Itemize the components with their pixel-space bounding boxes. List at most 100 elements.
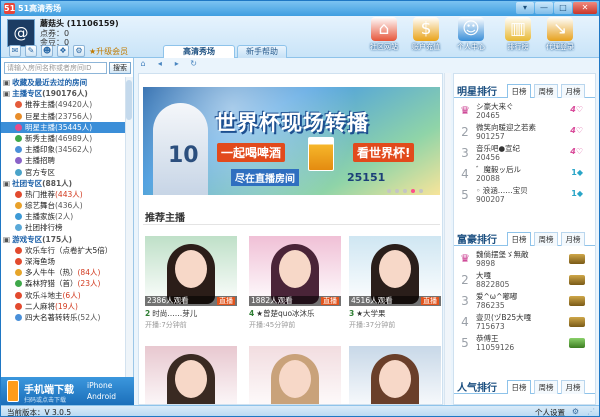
- streamer-card[interactable]: 1882人观看 直播 4 ★曾楚quo冰沐乐 开播:45分钟前: [249, 236, 341, 330]
- tree-scrollbar-thumb[interactable]: [126, 80, 132, 120]
- header-nav-user[interactable]: ☺ 个人中心: [451, 17, 491, 55]
- streamer-photo[interactable]: 2386人观看 直播: [145, 236, 237, 306]
- ranking-tab[interactable]: 日榜: [507, 84, 531, 98]
- tree-item[interactable]: 官方专区: [1, 167, 125, 178]
- ranking-row[interactable]: 2 大嘎 8822805: [454, 269, 595, 290]
- gear-icon[interactable]: ⚙: [572, 407, 579, 416]
- tree-category[interactable]: ▣ 游戏专区(175人): [1, 234, 125, 245]
- ranking-tab[interactable]: 日榜: [507, 380, 531, 394]
- resize-grip-icon[interactable]: ⋰: [587, 407, 595, 416]
- maximize-button[interactable]: □: [554, 2, 572, 14]
- banner-dot[interactable]: [395, 189, 399, 193]
- refresh-icon[interactable]: ↻: [189, 59, 199, 69]
- tab-help[interactable]: 新手帮助: [237, 45, 287, 58]
- header-nav-home[interactable]: ⌂ 社区网站: [364, 17, 404, 55]
- tree-item-count: (443人): [55, 189, 83, 199]
- android-link[interactable]: Android: [87, 392, 116, 401]
- banner-dot[interactable]: [403, 189, 407, 193]
- ranking-row[interactable]: 3 爱^ω^嘟嘟 786235: [454, 290, 595, 311]
- settings-icon[interactable]: ⚙: [73, 45, 85, 57]
- tree-item[interactable]: 巨星主播(23756人): [1, 111, 125, 122]
- ranking-tab[interactable]: 月榜: [561, 84, 585, 98]
- search-button[interactable]: 搜索: [109, 62, 131, 74]
- menu-dropdown-button[interactable]: ▾: [516, 2, 534, 14]
- tree-item[interactable]: 社团排行榜: [1, 222, 125, 233]
- friends-icon[interactable]: ☻: [41, 45, 53, 57]
- gift-icon[interactable]: ❖: [57, 45, 69, 57]
- streamer-card[interactable]: [145, 346, 237, 404]
- tree-item[interactable]: 欢乐车行（点卷扩大5倍）: [1, 245, 125, 256]
- ranking-row[interactable]: 2 微笑向暖迎之若素 901257 4♡: [454, 121, 595, 142]
- forward-icon[interactable]: ▸: [172, 59, 182, 69]
- room-search-input[interactable]: 请输入房间名称或者房间ID: [4, 62, 107, 74]
- tree-item[interactable]: 欢乐斗地主(6人): [1, 290, 125, 301]
- streamer-photo[interactable]: [145, 346, 237, 404]
- tree-item[interactable]: 主播印象(34562人): [1, 144, 125, 155]
- ranking-row[interactable]: 5 恭傅王 11059126: [454, 332, 595, 353]
- room-icon: [15, 123, 22, 131]
- tab-hd-show[interactable]: 高清秀场: [163, 45, 235, 58]
- streamer-card[interactable]: 4516人观看 直播 3 ★大学果 开播:37分钟前: [349, 236, 441, 330]
- tree-category[interactable]: ▣ 社团专区(881人): [1, 178, 125, 189]
- mail-icon[interactable]: ✉: [9, 45, 21, 57]
- close-button[interactable]: ✕: [573, 2, 597, 14]
- upgrade-member-link[interactable]: ★升级会员: [89, 46, 128, 57]
- streamer-card[interactable]: [349, 346, 441, 404]
- title-bar[interactable]: 51 51高清秀场 ▾ — □ ✕: [1, 1, 599, 16]
- streamer-photo[interactable]: 4516人观看 直播: [349, 236, 441, 306]
- tree-item[interactable]: 主播家族(2人): [1, 211, 125, 222]
- ranking-row[interactable]: 4 壹贝(ヅB25大嘎 715673: [454, 311, 595, 332]
- tree-item[interactable]: 多人牛牛（热）(84人): [1, 267, 125, 278]
- tree-item[interactable]: 深海鱼场: [1, 256, 125, 267]
- header-nav-arrow[interactable]: ↘ 代理登录: [540, 17, 580, 55]
- tree-item[interactable]: 综艺舞台(436人): [1, 200, 125, 211]
- ranking-row[interactable]: 3 音乐吧●宣纪 20456 4♡: [454, 142, 595, 163]
- streamer-photo[interactable]: 1882人观看 直播: [249, 236, 341, 306]
- home-icon[interactable]: ⌂: [138, 59, 148, 69]
- tree-item[interactable]: 主播招聘: [1, 155, 125, 166]
- tree-category[interactable]: ▣ 主播专区(190176人): [1, 88, 125, 99]
- ranking-tab[interactable]: 周榜: [534, 232, 558, 246]
- banner-dot[interactable]: [419, 189, 423, 193]
- streamer-photo[interactable]: [249, 346, 341, 404]
- iphone-link[interactable]: iPhone: [87, 381, 112, 390]
- banner-player: 10: [153, 103, 208, 195]
- header-nav-coins[interactable]: $ 账户充值: [406, 17, 446, 55]
- ranking-tab[interactable]: 日榜: [507, 232, 531, 246]
- ranking-tab[interactable]: 月榜: [561, 232, 585, 246]
- tree-item[interactable]: 森林狩猎（首）(23人): [1, 278, 125, 289]
- tree-item[interactable]: 明星主播(35445人): [1, 121, 125, 133]
- ranking-row[interactable]: ♛ シ豪大来ぐ 20465 4♡: [454, 100, 595, 121]
- banner-subtitle-left: 一起喝啤酒: [217, 143, 286, 162]
- ranking-tab[interactable]: 周榜: [534, 380, 558, 394]
- ranking-tab[interactable]: 周榜: [534, 84, 558, 98]
- content-scrollbar[interactable]: [444, 73, 451, 405]
- tree-item[interactable]: 四大名著转转乐(52人): [1, 312, 125, 323]
- tree-category[interactable]: ▣ 收藏及最近去过的房间: [1, 77, 125, 88]
- mobile-download-bar[interactable]: 手机端下载 扫码或点击下载 iPhone Android: [1, 377, 134, 405]
- streamer-card[interactable]: [249, 346, 341, 404]
- world-cup-banner[interactable]: 10 世界杯现场转播 一起喝啤酒 看世界杯! 尽在直播房间 25151: [143, 87, 440, 195]
- tree-item[interactable]: 新秀主播(46989人): [1, 133, 125, 144]
- banner-dot[interactable]: [411, 189, 415, 193]
- ranking-row[interactable]: 4 ゛魔毅ッ后ル 20088 1◆: [454, 163, 595, 184]
- personal-settings-link[interactable]: 个人设置: [535, 407, 565, 416]
- streamer-face: [175, 360, 207, 398]
- tree-item[interactable]: 二人麻将(19人): [1, 301, 125, 312]
- minimize-button[interactable]: —: [535, 2, 553, 14]
- back-icon[interactable]: ◂: [155, 59, 165, 69]
- tree-item[interactable]: 热门推荐(443人): [1, 189, 125, 200]
- ranking-row[interactable]: ♛ 魏倘摆堡ゞ無敵 9898: [454, 248, 595, 269]
- banner-dot[interactable]: [387, 189, 391, 193]
- tree-scrollbar[interactable]: [125, 77, 133, 377]
- streamer-photo[interactable]: [349, 346, 441, 404]
- message-icon[interactable]: ✎: [25, 45, 37, 57]
- header-nav-chart[interactable]: ▥ 排行榜: [498, 17, 538, 55]
- ranking-tab[interactable]: 月榜: [561, 380, 585, 394]
- streamer-card[interactable]: 2386人观看 直播 2 时尚……芽儿 开播:7分钟前: [145, 236, 237, 330]
- ranking-title: 明星排行: [457, 87, 497, 98]
- ranking-header: 明星排行 日榜 周榜 月榜: [454, 82, 595, 98]
- ranking-row[interactable]: 5 ◦ 浪涵……宝贝 900207 1◆: [454, 184, 595, 205]
- user-avatar[interactable]: @: [7, 19, 35, 47]
- tree-item[interactable]: 推荐主播(49420人): [1, 99, 125, 110]
